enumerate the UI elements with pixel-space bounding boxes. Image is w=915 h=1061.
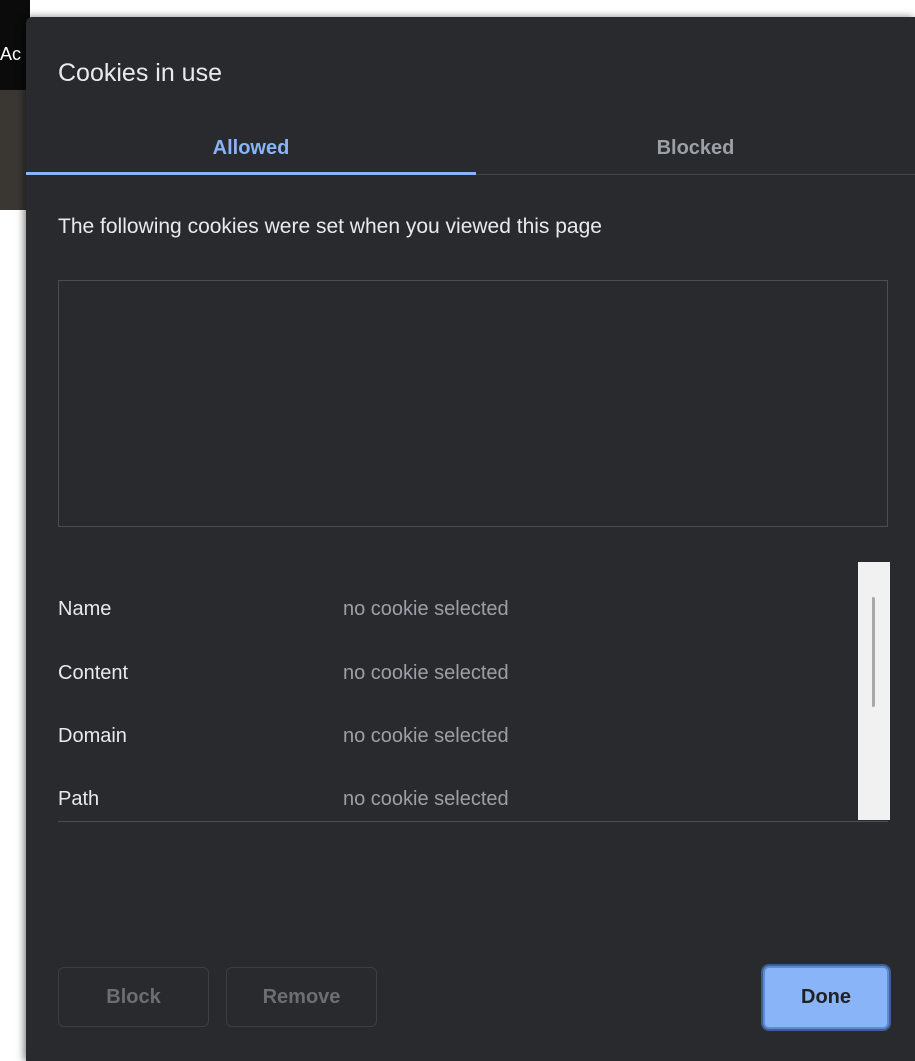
detail-value: no cookie selected — [343, 661, 509, 684]
detail-label: Domain — [58, 724, 127, 747]
block-button[interactable]: Block — [58, 967, 209, 1027]
detail-row-content: Content no cookie selected — [58, 658, 858, 688]
done-button[interactable]: Done — [763, 966, 889, 1029]
remove-button[interactable]: Remove — [226, 967, 377, 1027]
details-scrollbar[interactable] — [858, 562, 890, 820]
cookies-dialog: Cookies in use Allowed Blocked The follo… — [26, 17, 915, 1061]
tab-bar: Allowed Blocked — [26, 122, 915, 175]
detail-label: Name — [58, 597, 112, 620]
detail-label: Content — [58, 661, 129, 684]
background-page-text: Ac — [0, 44, 22, 64]
detail-row-domain: Domain no cookie selected — [58, 721, 858, 751]
cookies-description: The following cookies were set when you … — [58, 215, 602, 238]
dialog-title: Cookies in use — [58, 59, 222, 87]
tab-blocked[interactable]: Blocked — [476, 122, 915, 174]
detail-row-name: Name no cookie selected — [58, 594, 858, 624]
detail-value: no cookie selected — [343, 724, 509, 747]
detail-value: no cookie selected — [343, 597, 509, 620]
tab-allowed[interactable]: Allowed — [26, 122, 476, 175]
detail-value: no cookie selected — [343, 787, 509, 810]
cookie-tree-list[interactable] — [58, 280, 888, 527]
cookie-details-panel: Name no cookie selected Content no cooki… — [58, 561, 888, 822]
detail-row-path: Path no cookie selected — [58, 784, 858, 814]
detail-label: Path — [58, 787, 100, 810]
scrollbar-thumb[interactable] — [872, 597, 875, 707]
